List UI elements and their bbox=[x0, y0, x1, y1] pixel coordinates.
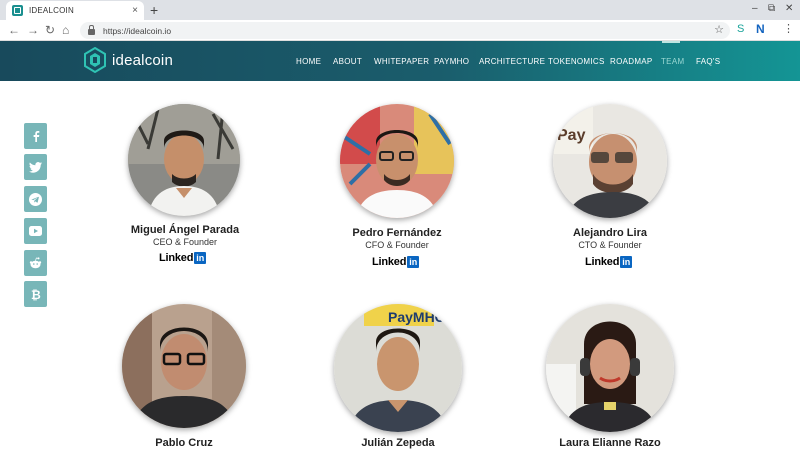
member-name: Pedro Fernández bbox=[352, 227, 442, 239]
youtube-icon bbox=[29, 226, 42, 236]
member-name: Julián Zepeda bbox=[361, 437, 435, 449]
nav-tokenomics[interactable]: TOKENOMICS bbox=[548, 57, 605, 66]
nav-paymho[interactable]: PAYMHO bbox=[434, 57, 469, 66]
nav-whitepaper[interactable]: WHITEPAPER bbox=[374, 57, 429, 66]
avatar-laura bbox=[546, 304, 674, 432]
reload-button[interactable]: ↻ bbox=[45, 23, 55, 37]
url-text: https://idealcoin.io bbox=[103, 25, 172, 36]
avatar-pedro bbox=[340, 104, 454, 218]
member-name: Pablo Cruz bbox=[155, 437, 213, 449]
linkedin-icon: in bbox=[194, 252, 207, 264]
twitter-icon bbox=[29, 161, 42, 173]
facebook-icon bbox=[33, 131, 39, 142]
lock-icon bbox=[88, 24, 95, 35]
linkedin-link-alejandro[interactable]: Linked in bbox=[585, 256, 633, 268]
brand-logo[interactable]: idealcoin bbox=[84, 47, 173, 73]
avatar-julian: PayMHO bbox=[334, 304, 462, 432]
browser-tab[interactable]: IDEALCOIN × bbox=[6, 1, 144, 20]
site-header: idealcoin HOME ABOUT WHITEPAPER PAYMHO A… bbox=[0, 41, 800, 81]
close-window-button[interactable]: ✕ bbox=[785, 3, 793, 14]
back-button[interactable]: ← bbox=[8, 23, 20, 37]
browser-menu-icon[interactable]: ⋮ bbox=[783, 22, 794, 35]
nav-faqs[interactable]: FAQ'S bbox=[696, 57, 720, 66]
linkedin-icon: in bbox=[620, 256, 633, 268]
avatar-pablo bbox=[122, 304, 246, 428]
linkedin-wordmark: Linked bbox=[585, 256, 620, 268]
member-name: Laura Elianne Razo bbox=[559, 437, 661, 449]
nav-architecture[interactable]: ARCHITECTURE bbox=[479, 57, 545, 66]
youtube-button[interactable] bbox=[24, 218, 47, 244]
extension-n-icon[interactable]: N bbox=[756, 22, 765, 36]
bitcoin-button[interactable]: ₿ bbox=[24, 281, 47, 307]
avatar-miguel bbox=[128, 104, 240, 216]
restore-button[interactable]: ⧉ bbox=[768, 3, 775, 14]
linkedin-link-miguel[interactable]: Linked in bbox=[159, 252, 207, 264]
bitcoin-icon: ₿ bbox=[31, 288, 41, 301]
facebook-button[interactable] bbox=[24, 123, 47, 149]
new-tab-button[interactable]: + bbox=[150, 2, 158, 18]
reddit-button[interactable] bbox=[24, 250, 47, 276]
member-role: CFO & Founder bbox=[365, 240, 429, 250]
home-button[interactable]: ⌂ bbox=[62, 23, 69, 37]
brand-name: idealcoin bbox=[112, 51, 174, 69]
browser-toolbar: ← → ↻ ⌂ https://idealcoin.io ☆ bbox=[0, 20, 800, 41]
telegram-button[interactable] bbox=[24, 186, 47, 212]
svg-text:PayMHO: PayMHO bbox=[388, 309, 446, 325]
linkedin-link-pedro[interactable]: Linked in bbox=[372, 256, 420, 268]
twitter-button[interactable] bbox=[24, 154, 47, 180]
tab-title: IDEALCOIN bbox=[29, 6, 74, 15]
avatar-alejandro: Pay bbox=[553, 104, 667, 218]
address-bar[interactable]: https://idealcoin.io ☆ bbox=[80, 22, 730, 39]
nav-about[interactable]: ABOUT bbox=[333, 57, 362, 66]
member-name: Alejandro Lira bbox=[573, 227, 647, 239]
member-role: CTO & Founder bbox=[578, 240, 642, 250]
idealcoin-hex-logo-icon bbox=[84, 47, 106, 73]
nav-roadmap[interactable]: ROADMAP bbox=[610, 57, 653, 66]
minimize-button[interactable]: – bbox=[752, 3, 758, 14]
extension-sync-icon[interactable]: S bbox=[737, 23, 744, 35]
svg-text:Pay: Pay bbox=[557, 127, 586, 144]
nav-active-indicator bbox=[662, 41, 680, 43]
reddit-icon bbox=[29, 257, 42, 269]
idealcoin-favicon-icon bbox=[12, 5, 23, 16]
member-role: CEO & Founder bbox=[152, 237, 218, 247]
forward-button[interactable]: → bbox=[27, 23, 39, 37]
nav-home[interactable]: HOME bbox=[296, 57, 321, 66]
linkedin-wordmark: Linked bbox=[372, 256, 407, 268]
linkedin-icon: in bbox=[407, 256, 420, 268]
svg-text:₿: ₿ bbox=[31, 288, 41, 301]
browser-tab-strip: IDEALCOIN × + – ⧉ ✕ bbox=[0, 0, 800, 20]
linkedin-wordmark: Linked bbox=[159, 252, 194, 264]
nav-team[interactable]: TEAM bbox=[661, 57, 684, 66]
tab-close-icon[interactable]: × bbox=[132, 5, 138, 16]
telegram-icon bbox=[29, 192, 42, 206]
member-name: Miguel Ángel Parada bbox=[130, 224, 240, 236]
bookmark-star-icon[interactable]: ☆ bbox=[714, 23, 724, 36]
